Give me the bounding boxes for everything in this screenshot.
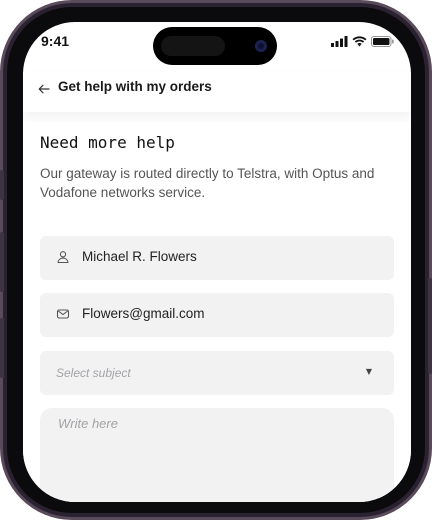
power-button bbox=[428, 278, 432, 374]
user-icon bbox=[57, 251, 69, 264]
email-field-value: Flowers@gmail.com bbox=[82, 306, 205, 321]
signal-icon bbox=[331, 36, 348, 47]
battery-icon bbox=[371, 36, 394, 47]
subject-placeholder: Select subject bbox=[56, 366, 131, 380]
phone-mockup: 9:41 Get help with my orders Need more h… bbox=[0, 0, 432, 520]
dynamic-island bbox=[153, 27, 277, 65]
name-field-value: Michael R. Flowers bbox=[82, 249, 197, 264]
wifi-icon bbox=[352, 36, 367, 47]
camera-icon bbox=[255, 40, 267, 52]
message-textarea[interactable]: Write here bbox=[40, 408, 394, 502]
mail-icon bbox=[56, 309, 70, 319]
header-title: Get help with my orders bbox=[58, 79, 212, 94]
volume-down-button bbox=[0, 318, 4, 378]
status-time: 9:41 bbox=[41, 33, 70, 49]
message-placeholder: Write here bbox=[58, 416, 118, 431]
name-field[interactable]: Michael R. Flowers bbox=[40, 236, 394, 280]
dropdown-caret-icon: ▼ bbox=[365, 367, 372, 376]
phone-screen: 9:41 Get help with my orders Need more h… bbox=[23, 22, 411, 502]
app-header: Get help with my orders bbox=[23, 72, 411, 112]
email-field[interactable]: Flowers@gmail.com bbox=[40, 293, 394, 337]
action-button bbox=[0, 170, 4, 200]
page-description: Our gateway is routed directly to Telstr… bbox=[40, 166, 375, 200]
status-bar: 9:41 bbox=[23, 22, 411, 72]
help-form: Need more help Our gateway is routed dir… bbox=[23, 122, 411, 502]
volume-up-button bbox=[0, 232, 4, 292]
subject-select[interactable]: Select subject ▼ bbox=[40, 351, 394, 395]
arrow-left-icon[interactable] bbox=[38, 80, 50, 98]
page-title: Need more help bbox=[40, 133, 175, 152]
